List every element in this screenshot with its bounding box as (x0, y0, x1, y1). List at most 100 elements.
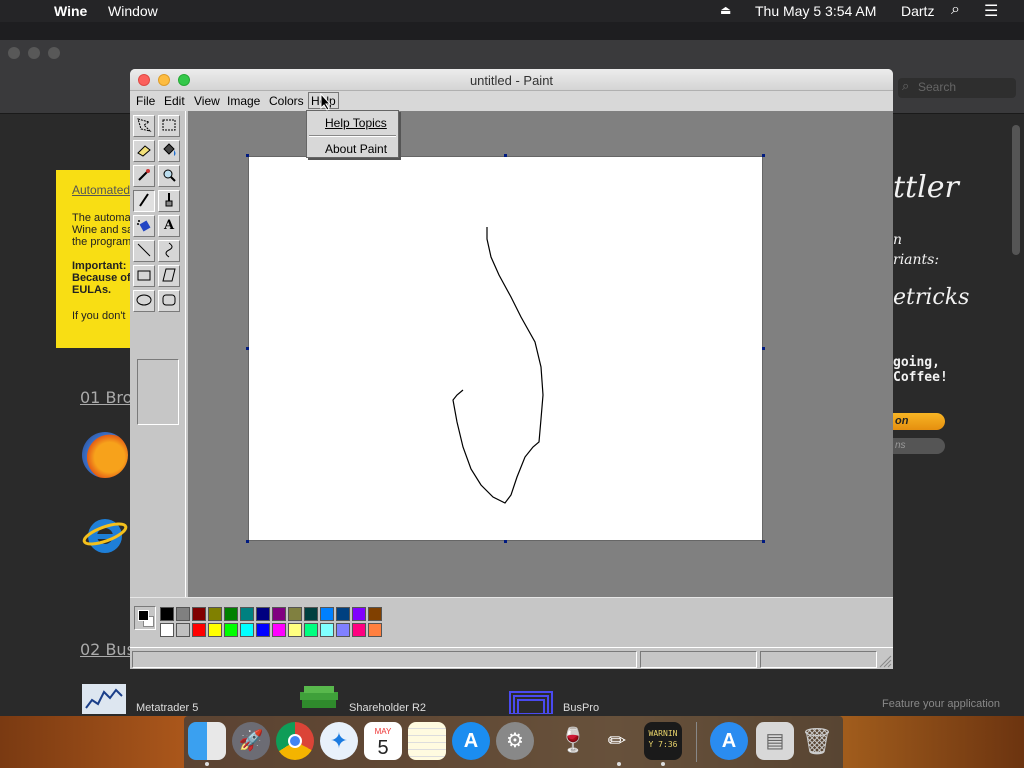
menu-window[interactable]: Window (108, 3, 158, 19)
clock[interactable]: Thu May 5 3:54 AM (755, 3, 876, 19)
free-select-icon[interactable] (133, 115, 155, 137)
resize-handle[interactable] (246, 154, 249, 157)
firefox-icon[interactable] (82, 432, 128, 478)
bg-minimize-button[interactable] (28, 47, 40, 59)
minimize-button[interactable] (158, 74, 170, 86)
notes-icon[interactable] (408, 722, 446, 760)
rect-select-icon[interactable] (158, 115, 180, 137)
magnifier-icon[interactable] (158, 165, 180, 187)
internet-explorer-icon[interactable] (82, 512, 128, 558)
brush-icon[interactable] (158, 190, 180, 212)
launchpad-icon[interactable]: 🚀 (232, 722, 270, 760)
user-name[interactable]: Dartz (901, 3, 934, 19)
menu-image[interactable]: Image (227, 94, 260, 108)
bg-scrollbar-thumb[interactable] (1012, 125, 1020, 255)
palette-swatch[interactable] (192, 607, 206, 621)
palette-swatch[interactable] (224, 623, 238, 637)
resize-handle[interactable] (504, 540, 507, 543)
ellipse-tool-icon[interactable] (133, 290, 155, 312)
line-tool-icon[interactable] (133, 240, 155, 262)
menu-colors[interactable]: Colors (269, 94, 304, 108)
palette-swatch[interactable] (208, 623, 222, 637)
palette-swatch[interactable] (320, 623, 334, 637)
palette-swatch[interactable] (352, 623, 366, 637)
palette-swatch[interactable] (176, 623, 190, 637)
resize-handle[interactable] (762, 347, 765, 350)
menu-item-about-paint[interactable]: About Paint (325, 142, 387, 156)
color-picker-icon[interactable] (133, 165, 155, 187)
menu-item-help-topics[interactable]: Help Topics (325, 116, 387, 130)
system-preferences-icon[interactable]: ⚙ (496, 722, 534, 760)
chrome-icon[interactable] (276, 722, 314, 760)
resize-handle[interactable] (246, 540, 249, 543)
feature-your-application-link[interactable]: Feature your application (882, 698, 1000, 710)
palette-swatch[interactable] (224, 607, 238, 621)
rounded-rect-tool-icon[interactable] (158, 290, 180, 312)
palette-swatch[interactable] (352, 607, 366, 621)
palette-swatch[interactable] (304, 607, 318, 621)
tool-options-box[interactable] (137, 359, 179, 425)
resize-handle[interactable] (762, 154, 765, 157)
bg-close-button[interactable] (8, 47, 20, 59)
eject-icon[interactable]: ⏏ (720, 3, 731, 17)
palette-swatch[interactable] (192, 623, 206, 637)
app-store-icon[interactable]: A (452, 722, 490, 760)
app-entry-buspro[interactable]: BusPro (508, 684, 599, 715)
notice-title[interactable]: Automated (72, 184, 136, 196)
text-tool-icon[interactable]: A (158, 215, 180, 237)
menu-view[interactable]: View (194, 94, 220, 108)
palette-swatch[interactable] (160, 623, 174, 637)
palette-swatch[interactable] (256, 607, 270, 621)
secondary-button[interactable]: ns (893, 438, 945, 454)
trash-icon[interactable]: 🗑 (798, 722, 836, 760)
palette-swatch[interactable] (304, 623, 318, 637)
palette-swatch[interactable] (336, 607, 350, 621)
app-entry-shareholder[interactable]: Shareholder R2 (298, 684, 426, 714)
drawing-canvas[interactable] (248, 156, 763, 541)
donate-button[interactable]: on (893, 413, 945, 430)
app-store-download-icon[interactable]: A (710, 722, 748, 760)
paint-app-icon[interactable]: ✏ (598, 722, 636, 760)
curve-tool-icon[interactable] (158, 240, 180, 262)
current-colors-indicator[interactable] (134, 606, 156, 630)
resize-grip-icon[interactable] (878, 654, 892, 668)
menu-edit[interactable]: Edit (164, 94, 185, 108)
spotlight-search-icon[interactable]: ⌕ (951, 1, 960, 19)
rectangle-tool-icon[interactable] (133, 265, 155, 287)
palette-swatch[interactable] (272, 623, 286, 637)
palette-swatch[interactable] (176, 607, 190, 621)
resize-handle[interactable] (504, 154, 507, 157)
palette-swatch[interactable] (368, 623, 382, 637)
menu-app-wine[interactable]: Wine (54, 3, 87, 19)
palette-swatch[interactable] (208, 607, 222, 621)
polygon-tool-icon[interactable] (158, 265, 180, 287)
app-entry-metatrader[interactable]: Metatrader 5 (82, 684, 198, 714)
close-button[interactable] (138, 74, 150, 86)
paint-title-bar[interactable]: untitled - Paint (130, 69, 893, 91)
resize-handle[interactable] (762, 540, 765, 543)
finder-icon[interactable] (188, 722, 226, 760)
palette-swatch[interactable] (288, 607, 302, 621)
safari-icon[interactable]: ✦ (320, 722, 358, 760)
palette-swatch[interactable] (288, 623, 302, 637)
palette-swatch[interactable] (256, 623, 270, 637)
pencil-icon[interactable] (133, 190, 155, 212)
fill-bucket-icon[interactable] (158, 140, 180, 162)
palette-swatch[interactable] (320, 607, 334, 621)
eraser-icon[interactable] (133, 140, 155, 162)
palette-swatch[interactable] (240, 623, 254, 637)
calendar-icon[interactable]: MAY 5 (364, 722, 402, 760)
palette-swatch[interactable] (272, 607, 286, 621)
palette-swatch[interactable] (160, 607, 174, 621)
airbrush-icon[interactable] (133, 215, 155, 237)
console-icon[interactable]: WARNIN Y 7:36 (644, 722, 682, 760)
zoom-button[interactable] (178, 74, 190, 86)
palette-swatch[interactable] (336, 623, 350, 637)
documents-folder-icon[interactable]: ▤ (756, 722, 794, 760)
bg-search-field[interactable]: ⌕ Search (898, 78, 1016, 98)
palette-swatch[interactable] (240, 607, 254, 621)
palette-swatch[interactable] (368, 607, 382, 621)
wine-bottle-icon[interactable]: 🍷 (554, 722, 592, 760)
resize-handle[interactable] (246, 347, 249, 350)
menu-file[interactable]: File (136, 94, 155, 108)
